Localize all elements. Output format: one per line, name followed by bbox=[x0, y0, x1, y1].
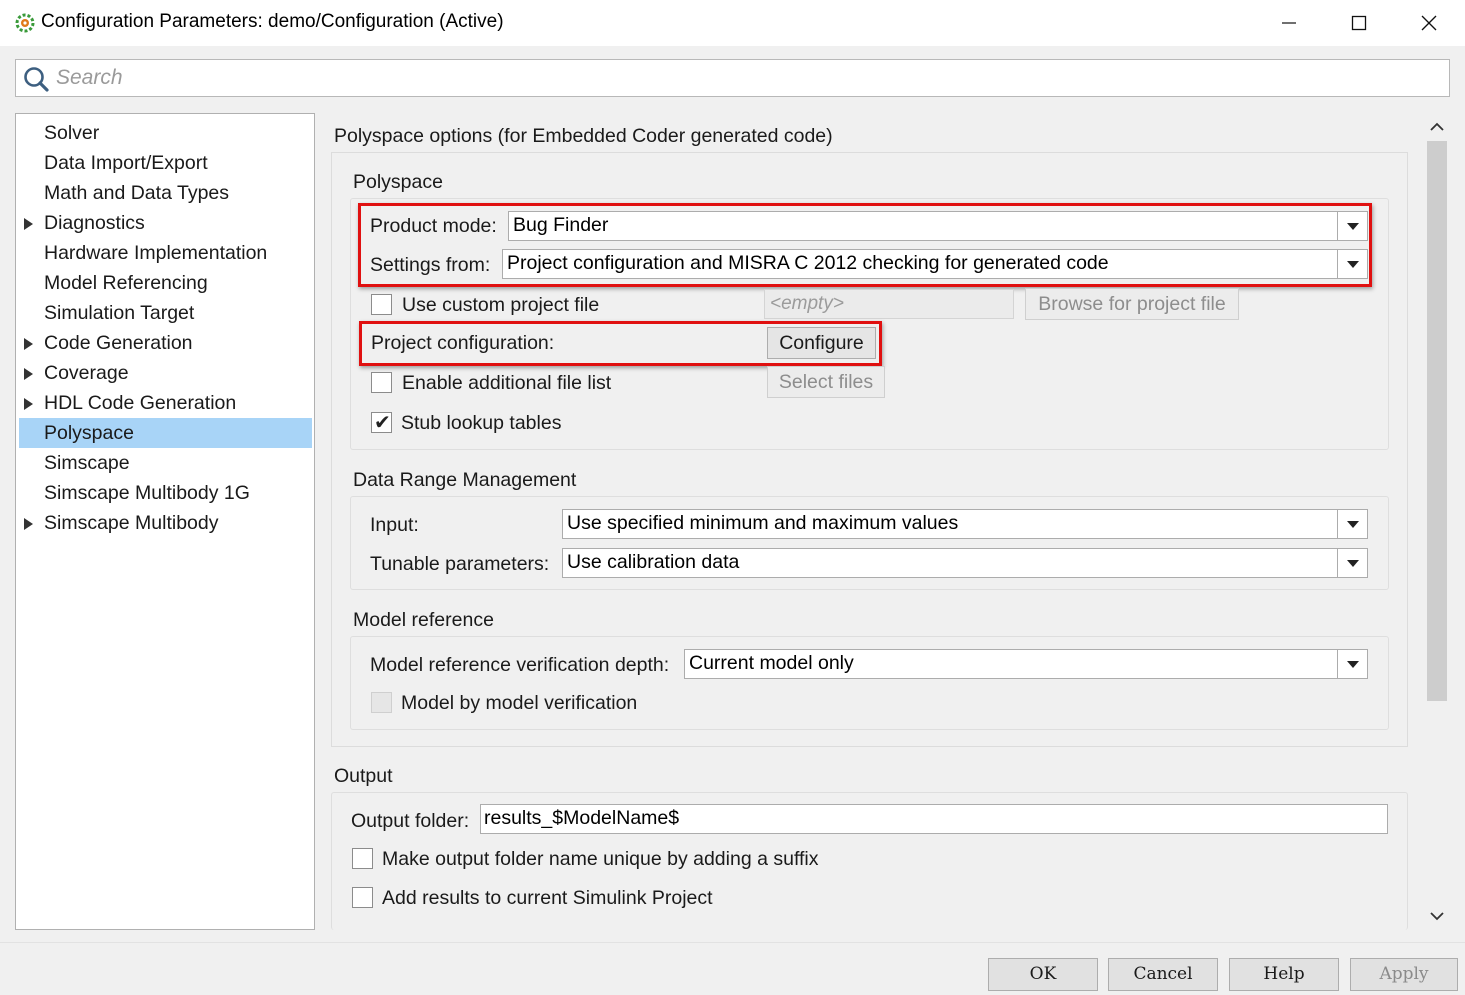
sidebar-item-simscape-multibody[interactable]: Simscape Multibody bbox=[19, 508, 312, 538]
search-input[interactable] bbox=[56, 64, 1436, 92]
sidebar-item-label: HDL Code Generation bbox=[44, 392, 237, 414]
sidebar-item-label: Coverage bbox=[44, 362, 129, 384]
chevron-down-icon[interactable] bbox=[1425, 902, 1449, 930]
search-icon bbox=[24, 67, 49, 92]
sidebar-item-label: Simscape Multibody bbox=[44, 512, 219, 534]
expand-arrow-icon[interactable] bbox=[24, 398, 33, 410]
sidebar-item-data-import-export[interactable]: Data Import/Export bbox=[19, 148, 312, 178]
close-button[interactable] bbox=[1396, 0, 1462, 46]
scrollbar-thumb[interactable] bbox=[1427, 141, 1447, 701]
select-files-button[interactable]: Select files bbox=[767, 366, 885, 398]
browse-project-file-button[interactable]: Browse for project file bbox=[1025, 288, 1239, 320]
model-by-model-label: Model by model verification bbox=[401, 692, 638, 714]
sidebar-item-label: Data Import/Export bbox=[44, 152, 208, 174]
sidebar-item-math-and-data-types[interactable]: Math and Data Types bbox=[19, 178, 312, 208]
unique-folder-label: Make output folder name unique by adding… bbox=[382, 848, 819, 870]
add-results-label: Add results to current Simulink Project bbox=[382, 887, 713, 909]
stub-lookup-label: Stub lookup tables bbox=[401, 412, 562, 434]
sidebar-item-label: Solver bbox=[44, 122, 100, 144]
chevron-down-icon bbox=[1337, 510, 1367, 538]
sidebar-item-label: Simscape Multibody 1G bbox=[44, 482, 250, 504]
simulink-gear-icon bbox=[15, 13, 35, 33]
help-button[interactable]: Help bbox=[1229, 958, 1339, 991]
expand-arrow-icon[interactable] bbox=[24, 518, 33, 530]
window-title: Configuration Parameters: demo/Configura… bbox=[41, 11, 504, 32]
sidebar-item-hardware-implementation[interactable]: Hardware Implementation bbox=[19, 238, 312, 268]
sidebar-item-polyspace[interactable]: Polyspace bbox=[19, 418, 312, 448]
input-label: Input: bbox=[370, 514, 419, 536]
add-results-checkbox[interactable] bbox=[352, 887, 373, 908]
output-section-title: Output bbox=[334, 765, 393, 787]
verification-depth-dropdown[interactable]: Current model only bbox=[684, 649, 1368, 679]
sidebar-item-coverage[interactable]: Coverage bbox=[19, 358, 312, 388]
sidebar-item-simscape[interactable]: Simscape bbox=[19, 448, 312, 478]
input-value: Use specified minimum and maximum values bbox=[567, 512, 959, 534]
checkmark-icon: ✔ bbox=[374, 412, 391, 434]
model-by-model-checkbox[interactable] bbox=[371, 692, 392, 713]
sidebar-item-label: Math and Data Types bbox=[44, 182, 230, 204]
unique-folder-checkbox[interactable] bbox=[352, 848, 373, 869]
verification-depth-label: Model reference verification depth: bbox=[370, 654, 670, 676]
expand-arrow-icon[interactable] bbox=[24, 218, 33, 230]
chevron-up-icon[interactable] bbox=[1425, 113, 1449, 141]
tunable-parameters-dropdown[interactable]: Use calibration data bbox=[562, 548, 1368, 578]
polyspace-section-title: Polyspace bbox=[353, 171, 443, 193]
chevron-down-icon bbox=[1337, 549, 1367, 577]
minimize-button[interactable] bbox=[1256, 0, 1322, 46]
data-range-section-title: Data Range Management bbox=[353, 469, 577, 491]
sidebar-item-label: Model Referencing bbox=[44, 272, 208, 294]
output-folder-input[interactable]: results_$ModelName$ bbox=[480, 804, 1388, 834]
enable-file-list-label: Enable additional file list bbox=[402, 372, 612, 394]
cancel-button[interactable]: Cancel bbox=[1108, 958, 1218, 991]
sidebar-item-label: Hardware Implementation bbox=[44, 242, 268, 264]
sidebar-item-solver[interactable]: Solver bbox=[19, 118, 312, 148]
sidebar-item-model-referencing[interactable]: Model Referencing bbox=[19, 268, 312, 298]
use-custom-project-label: Use custom project file bbox=[402, 294, 600, 316]
output-folder-label: Output folder: bbox=[351, 810, 470, 832]
category-tree: Solver Data Import/Export Math and Data Ty… bbox=[15, 113, 315, 930]
sidebar-item-diagnostics[interactable]: Diagnostics bbox=[19, 208, 312, 238]
page-title: Polyspace options (for Embedded Coder ge… bbox=[334, 125, 833, 147]
highlight-box-product-settings bbox=[358, 203, 1372, 287]
enable-file-list-checkbox[interactable] bbox=[371, 372, 392, 393]
vertical-scrollbar[interactable] bbox=[1425, 113, 1449, 930]
title-bar: Configuration Parameters: demo/Configura… bbox=[0, 0, 1465, 46]
output-folder-value: results_$ModelName$ bbox=[484, 807, 680, 829]
apply-button[interactable]: Apply bbox=[1350, 958, 1458, 991]
sidebar-item-label: Diagnostics bbox=[44, 212, 145, 234]
sidebar-item-code-generation[interactable]: Code Generation bbox=[19, 328, 312, 358]
project-file-placeholder: <empty> bbox=[770, 293, 844, 314]
sidebar-item-label: Simscape bbox=[44, 452, 130, 474]
config-parameters-window: Configuration Parameters: demo/Configura… bbox=[0, 0, 1465, 995]
tunable-parameters-label: Tunable parameters: bbox=[370, 553, 550, 575]
maximize-button[interactable] bbox=[1326, 0, 1392, 46]
search-box bbox=[15, 59, 1450, 97]
maximize-icon bbox=[1351, 15, 1367, 31]
sidebar-item-label: Code Generation bbox=[44, 332, 193, 354]
project-file-field: <empty> bbox=[764, 289, 1014, 319]
close-icon bbox=[1421, 15, 1437, 31]
stub-lookup-checkbox[interactable]: ✔ bbox=[371, 412, 392, 434]
sidebar-item-simscape-multibody-1g[interactable]: Simscape Multibody 1G bbox=[19, 478, 312, 508]
sidebar-item-label: Simulation Target bbox=[44, 302, 195, 324]
sidebar-item-simulation-target[interactable]: Simulation Target bbox=[19, 298, 312, 328]
verification-depth-value: Current model only bbox=[689, 652, 854, 674]
use-custom-project-checkbox[interactable] bbox=[371, 294, 392, 315]
sidebar-item-hdl-code-generation[interactable]: HDL Code Generation bbox=[19, 388, 312, 418]
expand-arrow-icon[interactable] bbox=[24, 368, 33, 380]
tunable-parameters-value: Use calibration data bbox=[567, 551, 740, 573]
chevron-down-icon bbox=[1337, 650, 1367, 678]
minimize-icon bbox=[1282, 22, 1296, 24]
highlight-box-project-configuration bbox=[359, 321, 882, 366]
sidebar-item-label: Polyspace bbox=[44, 422, 134, 444]
ok-button[interactable]: OK bbox=[988, 958, 1098, 991]
expand-arrow-icon[interactable] bbox=[24, 338, 33, 350]
model-reference-section-title: Model reference bbox=[353, 609, 494, 631]
dialog-footer: OK Cancel Help Apply bbox=[0, 942, 1465, 995]
input-dropdown[interactable]: Use specified minimum and maximum values bbox=[562, 509, 1368, 539]
